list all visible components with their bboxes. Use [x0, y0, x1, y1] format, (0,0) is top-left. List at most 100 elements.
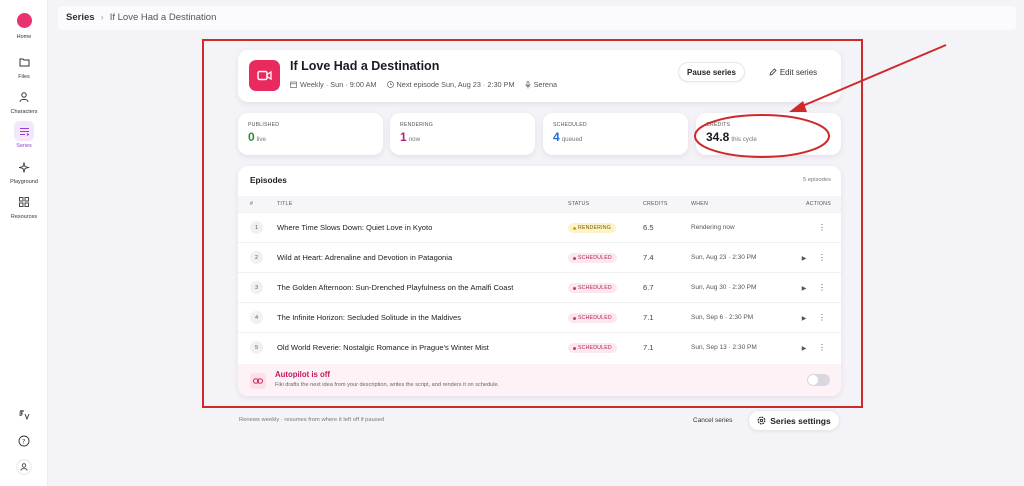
next-episode: Next episode Sun, Aug 23 · 2:30 PM: [396, 80, 515, 89]
sidebar-item-label: Series: [16, 143, 32, 149]
cancel-series-button[interactable]: Cancel series: [693, 417, 732, 424]
episode-when: Sun, Aug 30 · 2:30 PM: [691, 284, 757, 291]
list-icon: [19, 127, 29, 136]
column-num: #: [250, 201, 254, 207]
table-header: # TITLE STATUS CREDITS WHEN ACTIONS: [238, 196, 841, 212]
series-header: If Love Had a Destination Weekly · Sun ·…: [238, 50, 841, 102]
sparkle-icon: [18, 161, 30, 173]
person-icon: [19, 91, 29, 102]
more-options-icon[interactable]: ⋮: [816, 222, 828, 234]
stats-row: PUBLISHED 0 live RENDERING 1 now SCHEDULED…: [238, 113, 841, 155]
series-settings-button[interactable]: Series settings: [748, 410, 840, 431]
translate-icon: 𝖇: [19, 410, 30, 420]
episode-number: 3: [250, 281, 263, 294]
more-options-icon[interactable]: ⋮: [816, 282, 828, 294]
status-badge: SCHEDULED: [568, 283, 617, 293]
profile-button[interactable]: [0, 459, 48, 475]
topbar: Series › If Love Had a Destination: [58, 6, 1016, 30]
series-schedule: Weekly · Sun · 9:00 AM: [300, 80, 377, 89]
autopilot-title: Autopilot is off: [275, 370, 330, 379]
stat-label: RENDERING: [400, 122, 433, 128]
table-row[interactable]: 1 Where Time Slows Down: Quiet Love in K…: [238, 212, 841, 242]
table-row[interactable]: 2 Wild at Heart: Adrenaline and Devotion…: [238, 242, 841, 272]
gear-icon: [757, 416, 766, 425]
sidebar-item-resources[interactable]: Resources: [0, 192, 48, 220]
calendar-icon: [290, 81, 297, 88]
episode-when: Sun, Sep 6 · 2:30 PM: [691, 314, 754, 321]
play-icon[interactable]: ▶: [800, 254, 808, 262]
logo-icon[interactable]: [17, 13, 32, 28]
sidebar-item-characters[interactable]: Characters: [0, 87, 48, 115]
episode-when: Sun, Sep 13 · 2:30 PM: [691, 344, 757, 351]
renewal-note: Renews weekly · resumes from where it le…: [239, 417, 385, 423]
more-options-icon[interactable]: ⋮: [816, 252, 828, 264]
table-row[interactable]: 3 The Golden Afternoon: Sun-Drenched Pla…: [238, 272, 841, 302]
more-options-icon[interactable]: ⋮: [816, 342, 828, 354]
episode-credits: 7.4: [643, 253, 654, 262]
column-credits: CREDITS: [643, 201, 668, 207]
voice-name: Serena: [533, 80, 558, 89]
episode-when: Sun, Aug 23 · 2:30 PM: [691, 254, 757, 261]
sidebar-item-playground[interactable]: Playground: [0, 157, 48, 185]
episode-credits: 6.5: [643, 223, 654, 232]
autopilot-toggle[interactable]: [807, 374, 830, 386]
pencil-icon: [769, 68, 777, 76]
series-settings-label: Series settings: [770, 415, 831, 426]
table-row[interactable]: 5 Old World Reverie: Nostalgic Romance i…: [238, 332, 841, 362]
breadcrumb-current: If Love Had a Destination: [109, 12, 217, 23]
sidebar-item-label: Characters: [10, 109, 38, 115]
stat-value: 0 live: [248, 130, 266, 144]
episode-title[interactable]: The Golden Afternoon: Sun-Drenched Playf…: [277, 283, 513, 292]
grid-icon: [19, 197, 29, 207]
help-icon: ?: [18, 435, 30, 447]
stat-scheduled: SCHEDULED 4 queued: [543, 113, 688, 155]
episode-title[interactable]: Where Time Slows Down: Quiet Love in Kyo…: [277, 223, 432, 232]
autopilot-bar: Autopilot is off Fiki drafts the next id…: [238, 364, 841, 396]
episode-title[interactable]: Old World Reverie: Nostalgic Romance in …: [277, 343, 489, 352]
sidebar-item-series[interactable]: Series: [0, 121, 48, 149]
play-icon[interactable]: ▶: [800, 284, 808, 292]
episode-credits: 6.7: [643, 283, 654, 292]
autopilot-description: Fiki drafts the next idea from your desc…: [275, 382, 500, 388]
stat-value: 1 now: [400, 130, 421, 144]
stat-published: PUBLISHED 0 live: [238, 113, 383, 155]
status-badge: SCHEDULED: [568, 343, 617, 353]
play-icon[interactable]: ▶: [800, 344, 808, 352]
sidebar-item-files[interactable]: Files: [0, 52, 48, 80]
breadcrumb-root[interactable]: Series: [66, 12, 95, 23]
sidebar-item-label: Playground: [10, 179, 38, 185]
episode-title[interactable]: The Infinite Horizon: Secluded Solitude …: [277, 313, 461, 322]
episode-number: 1: [250, 221, 263, 234]
edit-series-label: Edit series: [779, 67, 818, 77]
profile-icon: [16, 459, 32, 475]
episode-title[interactable]: Wild at Heart: Adrenaline and Devotion i…: [277, 253, 452, 262]
column-title: TITLE: [277, 201, 293, 207]
column-actions: ACTIONS: [806, 201, 831, 207]
home-label[interactable]: Home: [0, 34, 48, 40]
translate-button[interactable]: 𝖇: [0, 408, 48, 420]
play-icon[interactable]: ▶: [800, 314, 808, 322]
stat-credits: CREDITS 34.8 this cycle: [696, 113, 841, 155]
episode-when: Rendering now: [691, 224, 735, 231]
episode-number: 2: [250, 251, 263, 264]
stat-label: SCHEDULED: [553, 122, 587, 128]
column-when: WHEN: [691, 201, 708, 207]
episode-number: 5: [250, 341, 263, 354]
stat-label: PUBLISHED: [248, 122, 280, 128]
chevron-right-icon: ›: [100, 12, 104, 23]
more-options-icon[interactable]: ⋮: [816, 312, 828, 324]
series-meta: Weekly · Sun · 9:00 AM Next episode Sun,…: [290, 80, 557, 89]
pause-series-button[interactable]: Pause series: [678, 62, 745, 82]
table-row[interactable]: 4 The Infinite Horizon: Secluded Solitud…: [238, 302, 841, 332]
episode-credits: 7.1: [643, 343, 654, 352]
episodes-count: 5 episodes: [802, 177, 831, 183]
microphone-icon: [525, 80, 530, 88]
column-status: STATUS: [568, 201, 590, 207]
stat-value: 34.8 this cycle: [706, 130, 757, 144]
stat-label: CREDITS: [706, 122, 731, 128]
sidebar-item-label: Resources: [10, 214, 38, 220]
video-camera-icon: [249, 60, 280, 91]
episodes-title: Episodes: [250, 175, 287, 185]
help-button[interactable]: ?: [0, 435, 48, 447]
edit-series-button[interactable]: Edit series: [758, 62, 828, 82]
